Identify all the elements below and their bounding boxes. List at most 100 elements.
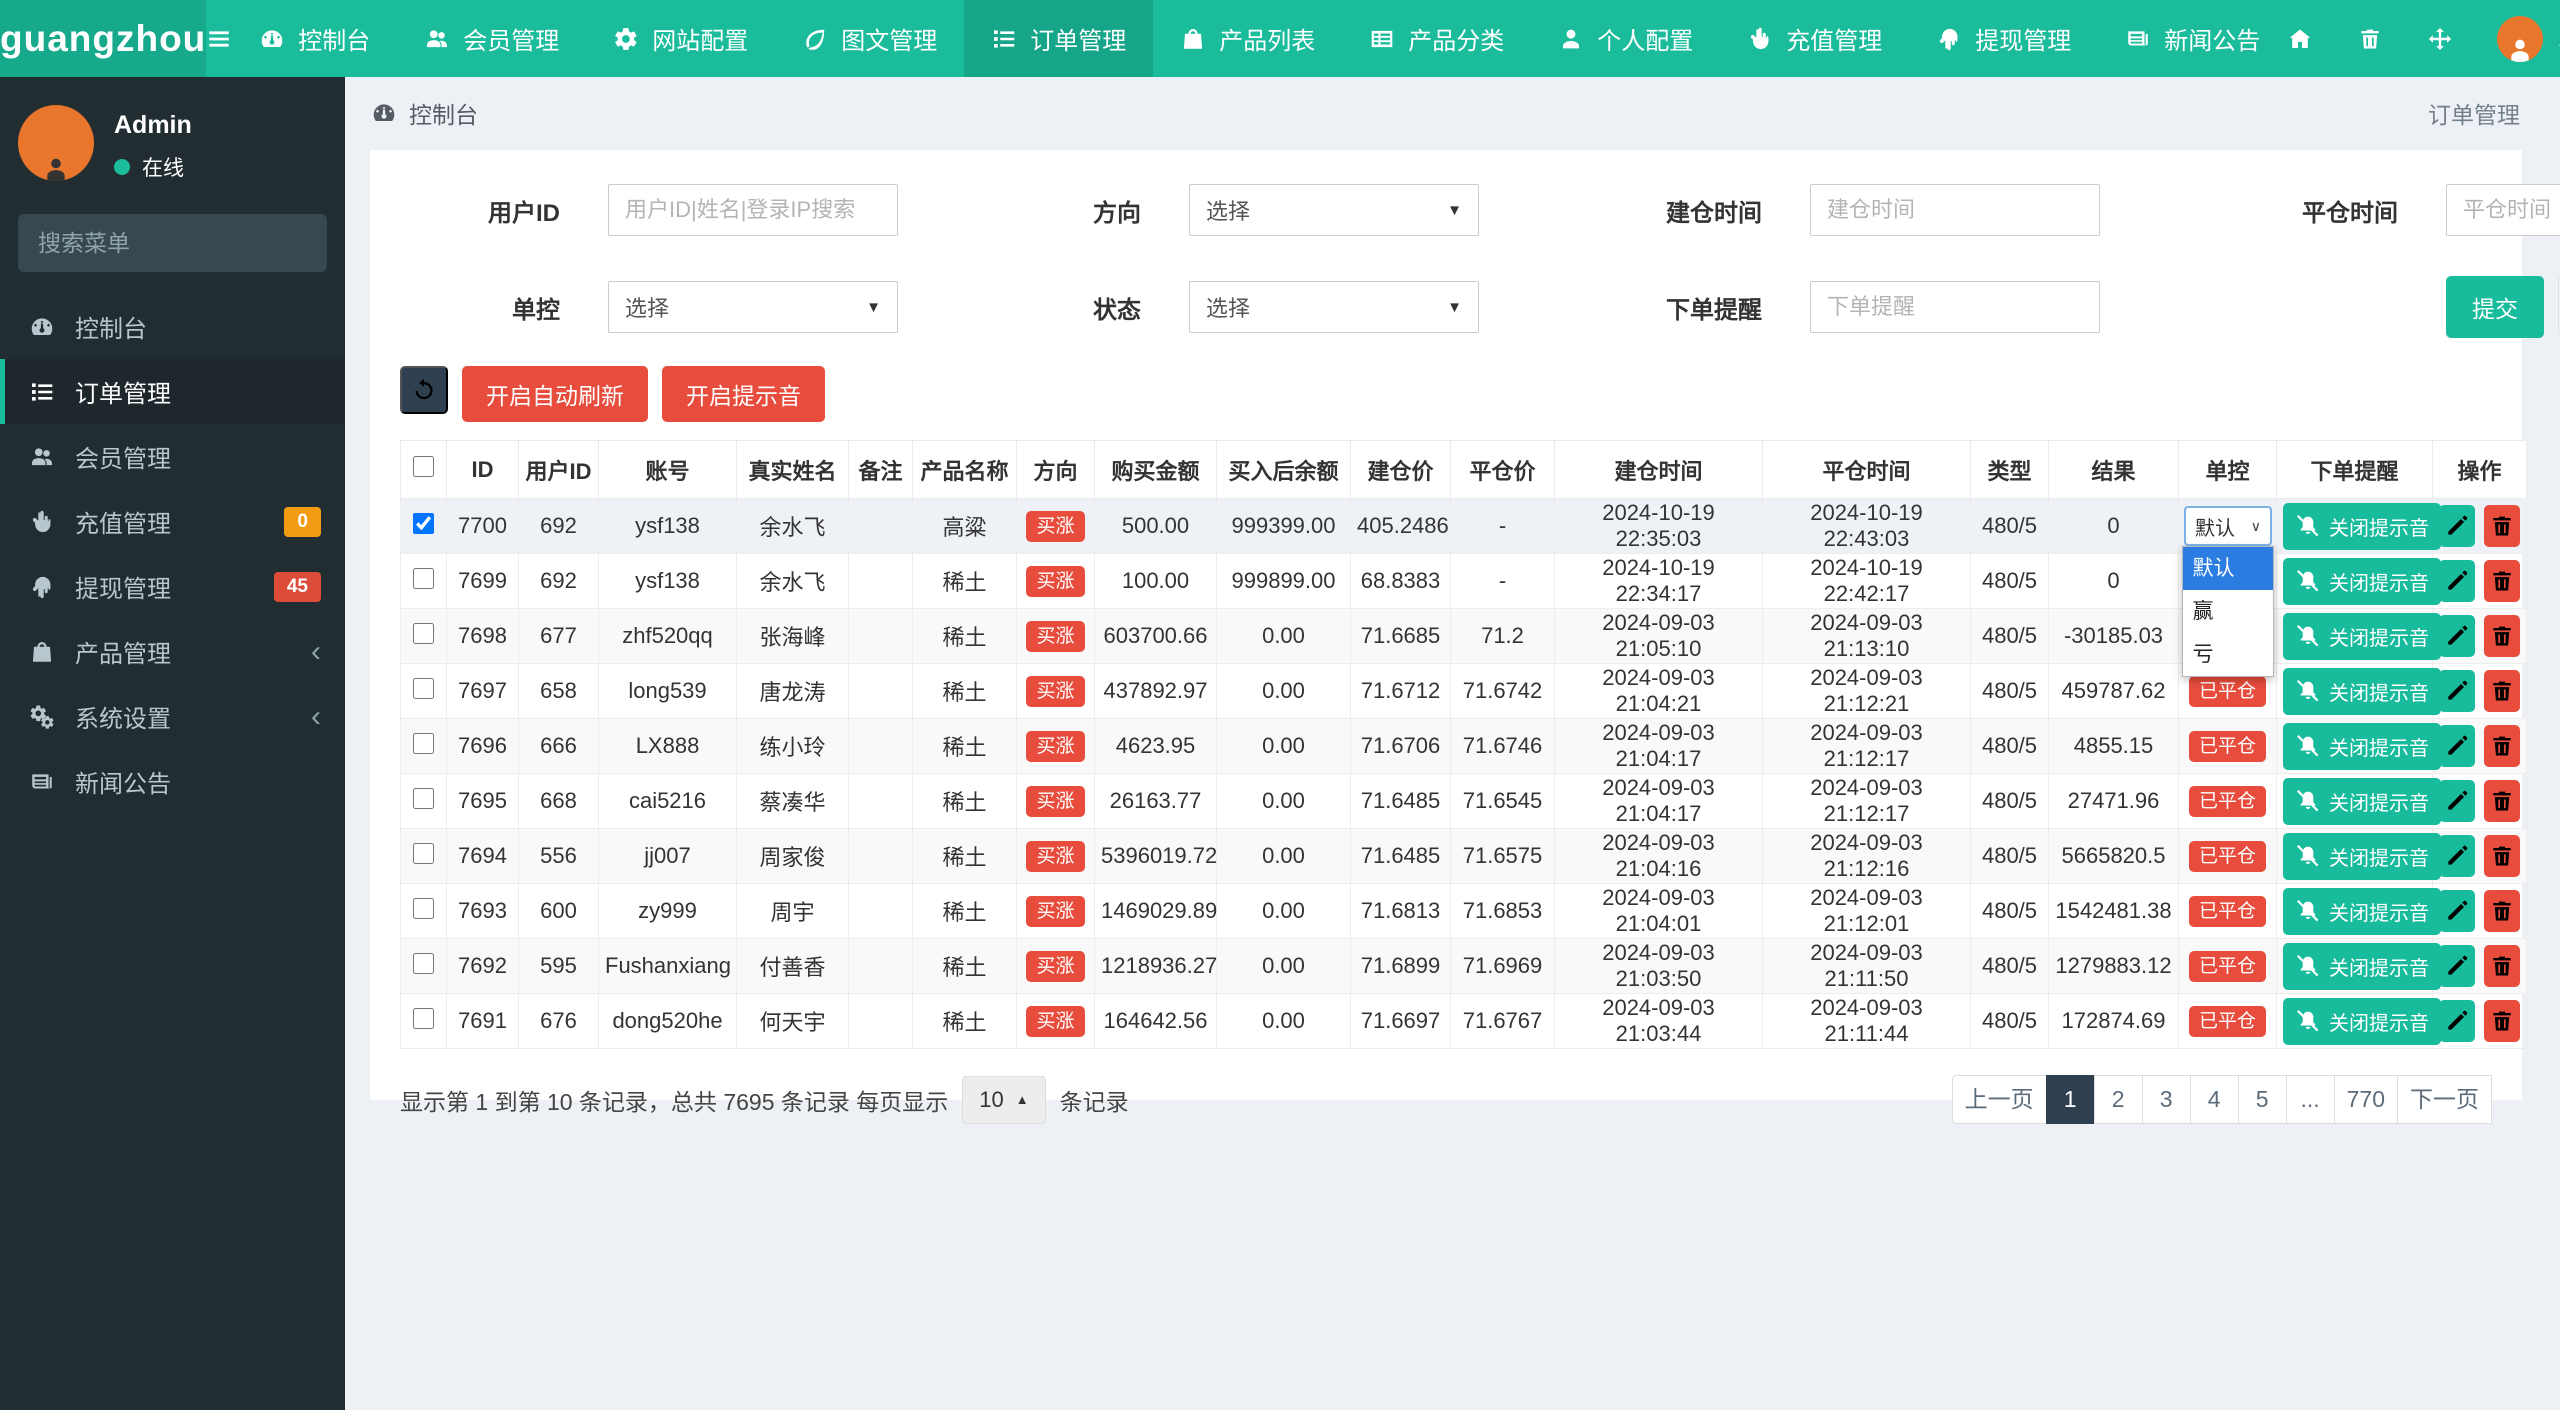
trash-icon [2489,788,2515,814]
trash-icon[interactable] [2357,26,2383,52]
top-nav-item[interactable]: 网站配置 [586,0,775,77]
submit-button[interactable]: 提交 [2446,276,2544,338]
breadcrumb-left[interactable]: 控制台 [371,96,478,130]
row-checkbox[interactable] [413,787,434,809]
edit-button[interactable] [2439,560,2475,602]
page-button[interactable]: 770 [2333,1075,2398,1124]
page-button[interactable]: 3 [2141,1075,2191,1124]
row-checkbox[interactable] [413,512,434,534]
user-menu[interactable]: Admin [2497,15,2560,62]
home-icon[interactable] [2287,26,2313,52]
mute-alert-button[interactable]: 关闭提示音 [2283,777,2441,825]
sidebar-item[interactable]: 系统设置 ‹ [0,684,345,749]
top-nav-item[interactable]: 控制台 [232,0,397,77]
top-nav-item[interactable]: 产品列表 [1153,0,1342,77]
refresh-table-button[interactable] [400,366,448,414]
user-id-input[interactable] [608,184,898,236]
delete-button[interactable] [2484,560,2520,602]
top-nav-item[interactable]: 会员管理 [397,0,586,77]
top-nav-item[interactable]: 充值管理 [1720,0,1909,77]
sidebar-item[interactable]: 充值管理 0 [0,489,345,554]
delete-button[interactable] [2484,945,2520,987]
edit-button[interactable] [2439,890,2475,932]
edit-button[interactable] [2439,505,2475,547]
delete-button[interactable] [2484,835,2520,877]
page-button[interactable]: 4 [2189,1075,2239,1124]
delete-button[interactable] [2484,725,2520,767]
open-time-input[interactable] [1810,184,2100,236]
sidebar-item[interactable]: 控制台 [0,294,345,359]
sidebar-item[interactable]: 订单管理 [0,359,345,424]
mute-alert-button[interactable]: 关闭提示音 [2283,942,2441,990]
closed-position-badge: 已平仓 [2188,730,2266,762]
dropdown-option-win[interactable]: 赢 [2182,590,2273,633]
top-nav-item[interactable]: 新闻公告 [2098,0,2287,77]
edit-button[interactable] [2439,670,2475,712]
dropdown-option-default[interactable]: 默认 [2182,547,2273,590]
top-nav-item[interactable]: 产品分类 [1342,0,1531,77]
edit-button[interactable] [2439,615,2475,657]
edit-button[interactable] [2439,945,2475,987]
top-nav-item[interactable]: 订单管理 [964,0,1154,77]
menu-toggle-button[interactable] [206,0,232,77]
delete-button[interactable] [2484,505,2520,547]
sidebar-item[interactable]: 会员管理 [0,424,345,489]
page-button[interactable]: 上一页 [1951,1075,2047,1124]
cell-remark [848,773,913,829]
control-select[interactable]: 选择 ▼ [608,281,898,333]
page-button[interactable]: 下一页 [2397,1075,2492,1124]
sound-toggle-button[interactable]: 开启提示音 [662,366,825,422]
top-nav-item[interactable]: 图文管理 [775,0,964,77]
select-all-checkbox[interactable] [413,456,434,477]
mute-alert-button[interactable]: 关闭提示音 [2283,997,2441,1045]
mute-alert-button[interactable]: 关闭提示音 [2283,667,2441,715]
row-checkbox[interactable] [413,952,434,974]
edit-button[interactable] [2439,1000,2475,1042]
mute-alert-button[interactable]: 关闭提示音 [2283,722,2441,770]
top-nav-item[interactable]: 提现管理 [1909,0,2098,77]
sidebar-item[interactable]: 产品管理 ‹ [0,619,345,684]
row-checkbox[interactable] [413,1007,434,1029]
mute-alert-button[interactable]: 关闭提示音 [2283,612,2441,660]
top-nav-item[interactable]: 个人配置 [1531,0,1720,77]
mute-alert-button[interactable]: 关闭提示音 [2283,502,2441,550]
edit-button[interactable] [2439,780,2475,822]
cell-result: 27471.96 [2048,773,2179,829]
row-checkbox[interactable] [413,622,434,644]
delete-button[interactable] [2484,615,2520,657]
row-control-select[interactable]: 默认 ∨ [2184,506,2272,546]
row-checkbox[interactable] [413,732,434,754]
page-button[interactable]: 1 [2045,1075,2095,1124]
pencil-icon [2444,898,2470,924]
mute-alert-button[interactable]: 关闭提示音 [2283,557,2441,605]
edit-button[interactable] [2439,835,2475,877]
status-select[interactable]: 选择 ▼ [1189,281,1479,333]
order-alert-input[interactable] [1810,281,2100,333]
direction-select[interactable]: 选择 ▼ [1189,184,1479,236]
mute-alert-button[interactable]: 关闭提示音 [2283,832,2441,880]
cell-account: long539 [598,663,737,719]
auto-refresh-button[interactable]: 开启自动刷新 [462,366,648,422]
cell-amount: 26163.77 [1094,773,1217,829]
sidebar-item[interactable]: 新闻公告 [0,749,345,814]
page-button[interactable]: 2 [2093,1075,2143,1124]
sidebar-search-input[interactable] [38,229,334,257]
row-checkbox[interactable] [413,897,434,919]
row-checkbox[interactable] [413,677,434,699]
close-time-input[interactable] [2446,184,2560,236]
row-checkbox[interactable] [413,567,434,589]
delete-button[interactable] [2484,670,2520,712]
sidebar-item-label: 产品管理 [75,641,171,668]
per-page-select[interactable]: 10 ▲ [962,1075,1046,1124]
delete-button[interactable] [2484,890,2520,932]
row-checkbox[interactable] [413,842,434,864]
dropdown-option-lose[interactable]: 亏 [2182,633,2273,676]
delete-button[interactable] [2484,780,2520,822]
page-button[interactable]: ... [2285,1075,2335,1124]
page-button[interactable]: 5 [2237,1075,2287,1124]
edit-button[interactable] [2439,725,2475,767]
delete-button[interactable] [2484,1000,2520,1042]
fullscreen-icon[interactable] [2427,26,2453,52]
sidebar-item[interactable]: 提现管理 45 [0,554,345,619]
mute-alert-button[interactable]: 关闭提示音 [2283,887,2441,935]
